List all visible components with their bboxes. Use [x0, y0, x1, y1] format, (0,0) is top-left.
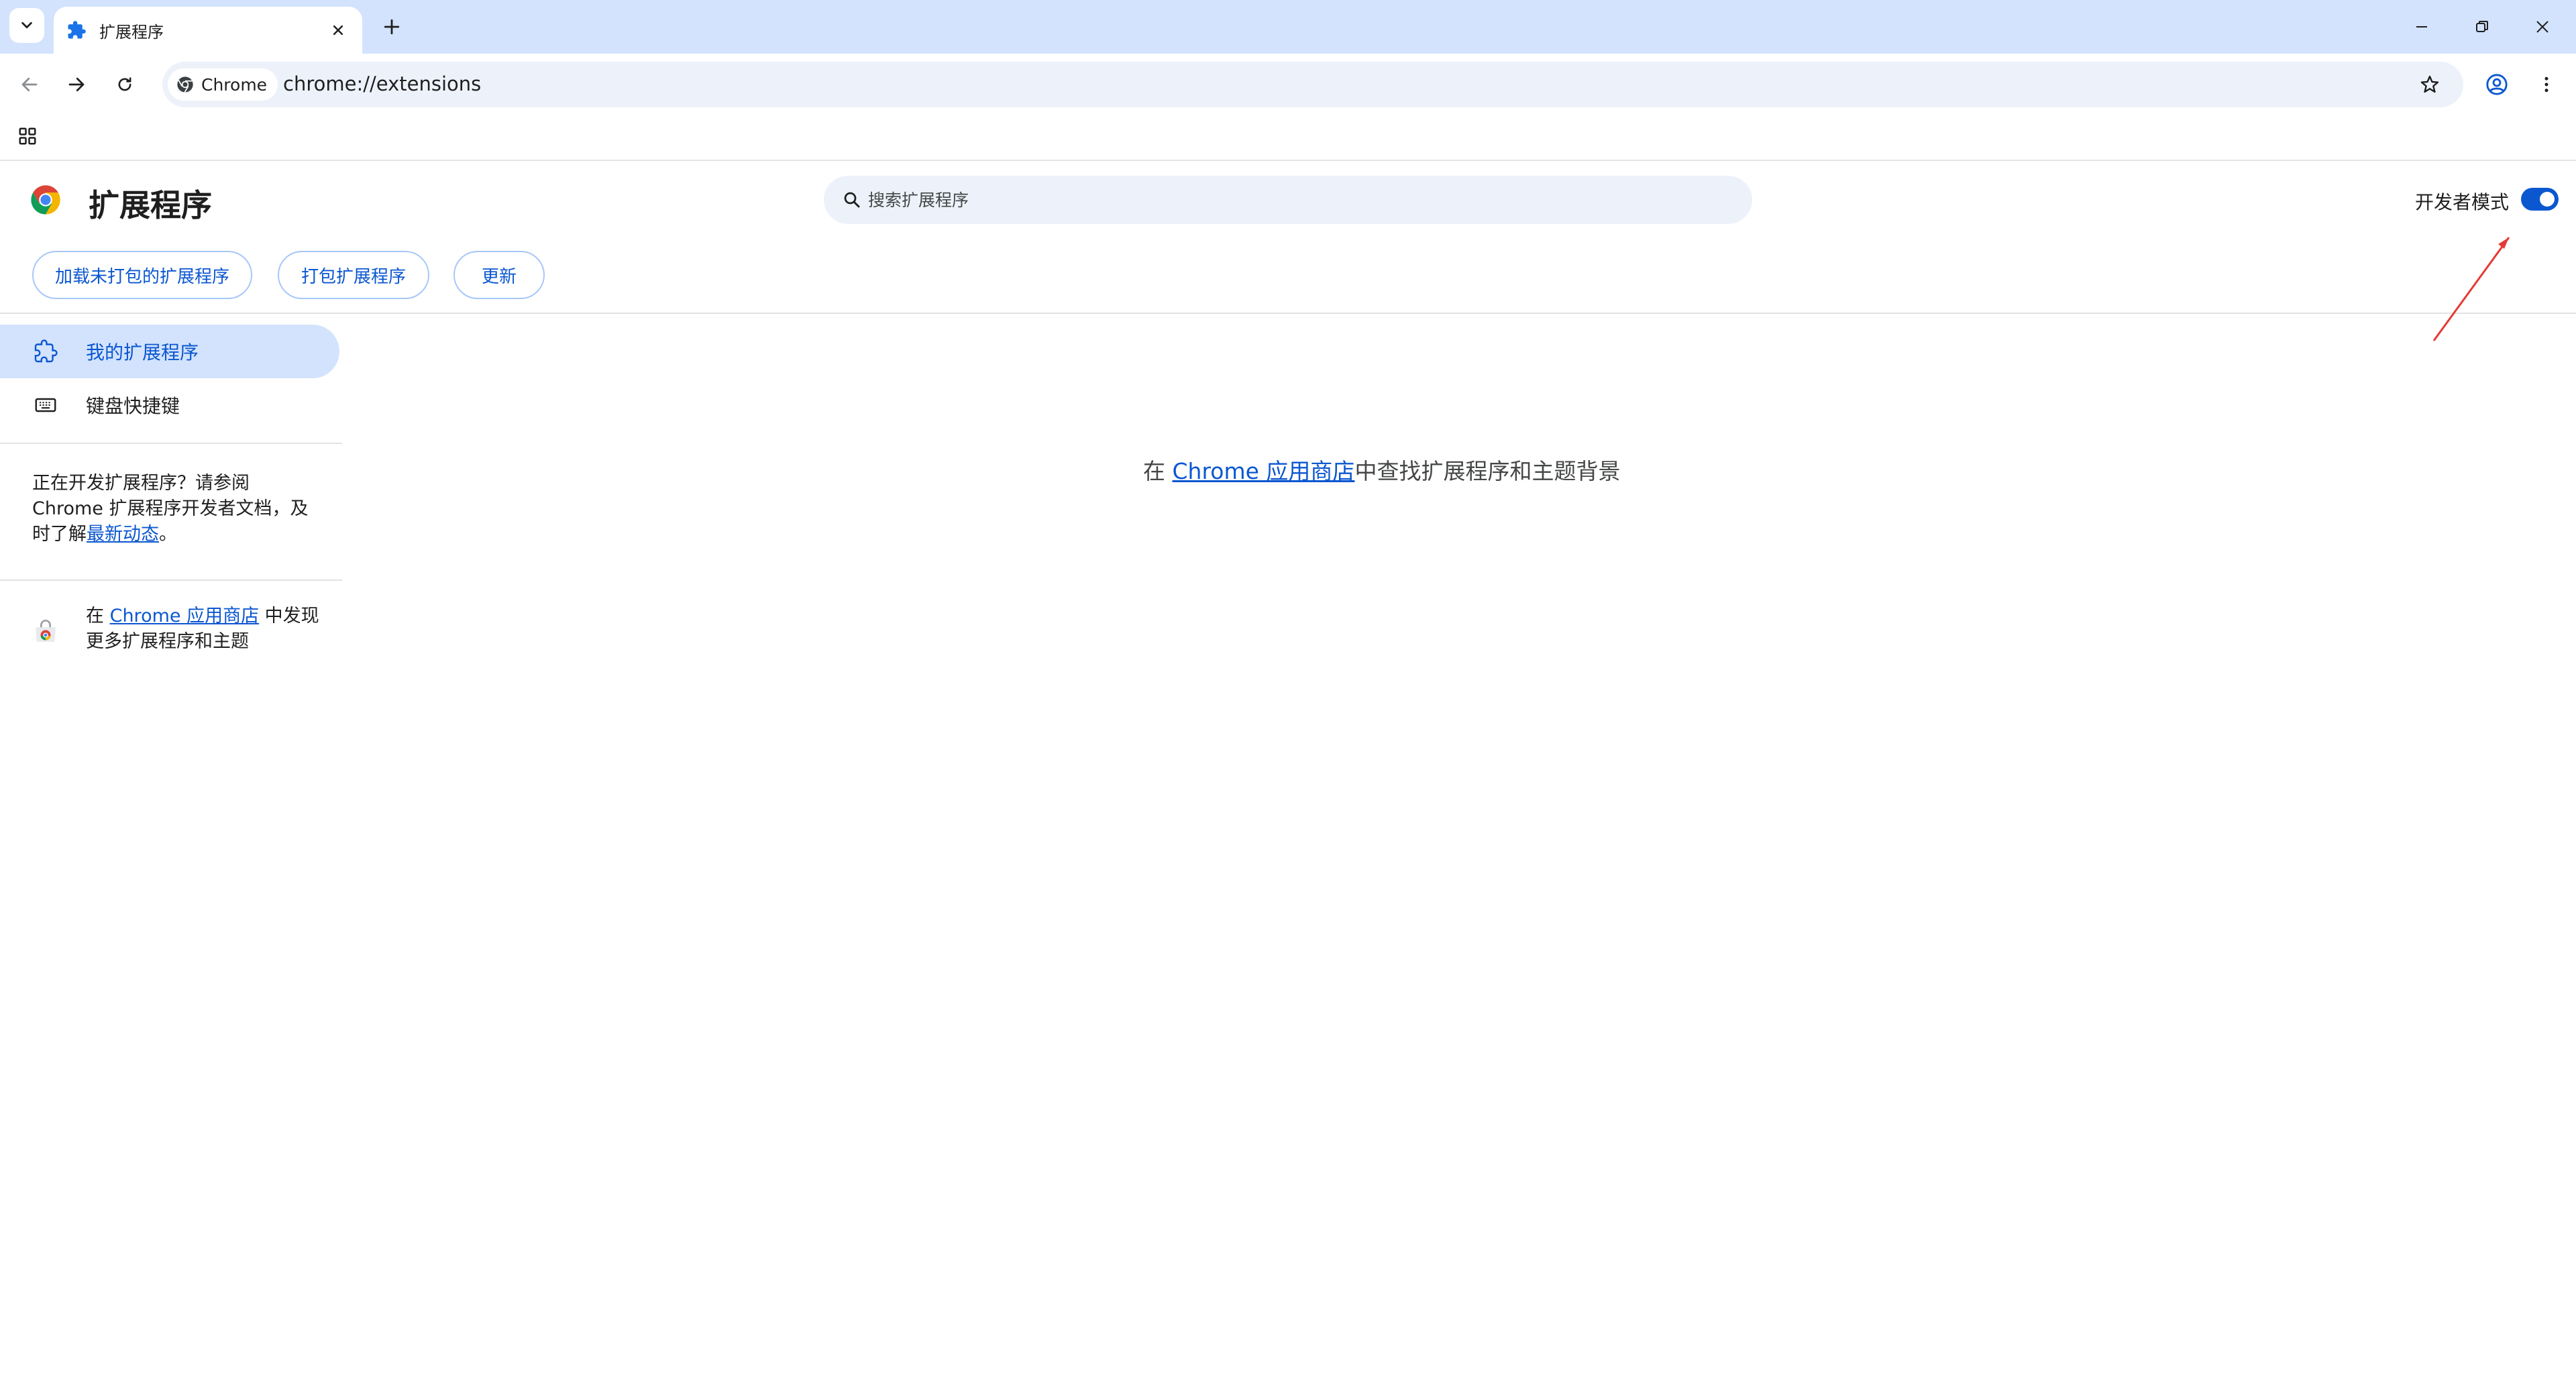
load-unpacked-button[interactable]: 加载未打包的扩展程序 [32, 251, 252, 299]
page-title: 扩展程序 [89, 187, 212, 223]
chrome-icon [177, 76, 193, 93]
toolbar: Chrome chrome://extensions [0, 54, 2576, 114]
chrome-menu-button[interactable] [2529, 67, 2564, 102]
search-box[interactable] [824, 176, 1752, 224]
window-close-button[interactable] [2525, 9, 2560, 44]
forward-button[interactable] [60, 68, 93, 101]
toggle-knob [2540, 192, 2555, 207]
bookmarks-bar [0, 114, 2576, 161]
empty-state-message: 在 Chrome 应用商店中查找扩展程序和主题背景 [1143, 453, 1620, 486]
minimize-icon [2416, 26, 2427, 27]
chevron-down-icon [21, 21, 32, 29]
apps-grid-icon [19, 127, 36, 145]
extensions-header: 扩展程序 开发者模式 加载未打包的扩展程序 打包扩展程序 更新 [0, 162, 2576, 314]
sidebar-item-label: 键盘快捷键 [86, 395, 180, 417]
site-info-chip[interactable]: Chrome [168, 68, 278, 101]
chrome-logo-icon [31, 185, 60, 215]
chrome-web-store-icon [36, 620, 56, 642]
tab-title: 扩展程序 [99, 22, 164, 42]
latest-news-link[interactable]: 最新动态 [87, 524, 159, 545]
close-icon [2536, 21, 2548, 33]
address-bar[interactable]: Chrome chrome://extensions [162, 62, 2463, 107]
web-store-link[interactable]: Chrome 应用商店 [110, 606, 260, 626]
chrome-web-store-link[interactable]: Chrome 应用商店 [1173, 458, 1355, 484]
search-input[interactable] [868, 176, 1733, 224]
keyboard-icon [31, 390, 60, 420]
tab-strip: 扩展程序 [0, 0, 2576, 54]
restore-button[interactable] [2465, 9, 2500, 44]
star-icon [2420, 75, 2439, 93]
active-tab[interactable]: 扩展程序 [54, 7, 362, 54]
tab-close-button[interactable] [326, 18, 350, 42]
new-tab-button[interactable] [377, 12, 407, 42]
web-store-promo-text: 在 Chrome 应用商店 中发现更多扩展程序和主题 [86, 604, 334, 655]
annotation-arrow-icon [2432, 237, 2510, 341]
pack-extension-button[interactable]: 打包扩展程序 [278, 251, 429, 299]
site-chip-label: Chrome [201, 74, 268, 95]
sidebar-divider [0, 579, 342, 581]
developer-mode-label: 开发者模式 [2415, 191, 2510, 213]
empty-state-suffix: 中查找扩展程序和主题背景 [1354, 458, 1621, 484]
url-text[interactable]: chrome://extensions [283, 72, 481, 95]
restore-icon [2476, 21, 2488, 32]
bookmark-star-button[interactable] [2415, 70, 2445, 99]
back-button[interactable] [13, 68, 46, 101]
tab-search-button[interactable] [9, 8, 44, 43]
reload-icon [118, 77, 131, 91]
reload-button[interactable] [109, 68, 141, 101]
arrow-left-icon [21, 77, 38, 92]
apps-button[interactable] [13, 122, 42, 150]
close-icon [333, 25, 343, 36]
developer-docs-text: 正在开发扩展程序？请参阅 Chrome 扩展程序开发者文档，及时了解最新动态。 [32, 471, 314, 547]
sidebar-item-my-extensions[interactable]: 我的扩展程序 [0, 325, 339, 378]
web-store-prefix: 在 [86, 606, 110, 626]
minimize-button[interactable] [2404, 9, 2439, 44]
sidebar-divider [0, 443, 342, 444]
developer-mode-toggle[interactable] [2521, 188, 2559, 211]
arrow-right-icon [68, 77, 85, 92]
sidebar-item-label: 我的扩展程序 [86, 341, 199, 364]
search-icon [839, 186, 865, 213]
more-vert-icon [2544, 76, 2548, 93]
profile-button[interactable] [2479, 67, 2514, 102]
extension-outline-icon [31, 337, 60, 366]
account-icon [2486, 74, 2508, 95]
update-button[interactable]: 更新 [453, 251, 545, 299]
sidebar-item-keyboard-shortcuts[interactable]: 键盘快捷键 [0, 378, 339, 432]
plus-icon [384, 19, 400, 35]
developer-docs-text-end: 。 [159, 524, 177, 545]
puzzle-icon [66, 19, 87, 41]
empty-state-prefix: 在 [1143, 458, 1173, 484]
